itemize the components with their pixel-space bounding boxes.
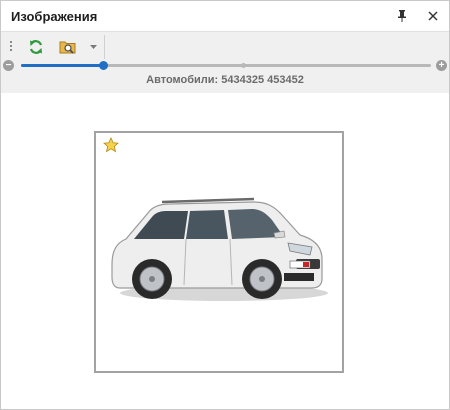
panel-title: Изображения (11, 9, 98, 24)
zoom-bar: − + Автомобили: 5434325 453452 (1, 60, 449, 93)
refresh-button[interactable] (25, 36, 47, 58)
toolbar-separator (104, 35, 105, 59)
zoom-slider-midpoint (241, 63, 246, 68)
zoom-slider[interactable] (21, 61, 431, 70)
chevron-down-icon (89, 44, 97, 49)
star-icon[interactable] (103, 137, 119, 158)
panel-header: Изображения (1, 1, 449, 31)
open-image-button[interactable] (57, 36, 79, 58)
zoom-slider-thumb[interactable] (99, 61, 108, 70)
refresh-icon (29, 40, 43, 54)
open-image-dropdown[interactable] (87, 36, 99, 58)
images-panel: Изображения − + Автомобили: 5434325 4534… (0, 0, 450, 410)
zoom-in-button[interactable]: + (436, 60, 447, 71)
toolbar (1, 31, 449, 62)
image-caption: Автомобили: 5434325 453452 (146, 74, 304, 86)
zoom-out-button[interactable]: − (3, 60, 14, 71)
image-frame[interactable] (94, 131, 344, 373)
car-image (111, 197, 328, 301)
close-icon[interactable] (425, 8, 441, 24)
pin-icon[interactable] (394, 8, 410, 24)
toolbar-grip[interactable] (10, 41, 13, 53)
zoom-slider-fill (21, 64, 103, 67)
folder-image-icon (59, 41, 76, 54)
